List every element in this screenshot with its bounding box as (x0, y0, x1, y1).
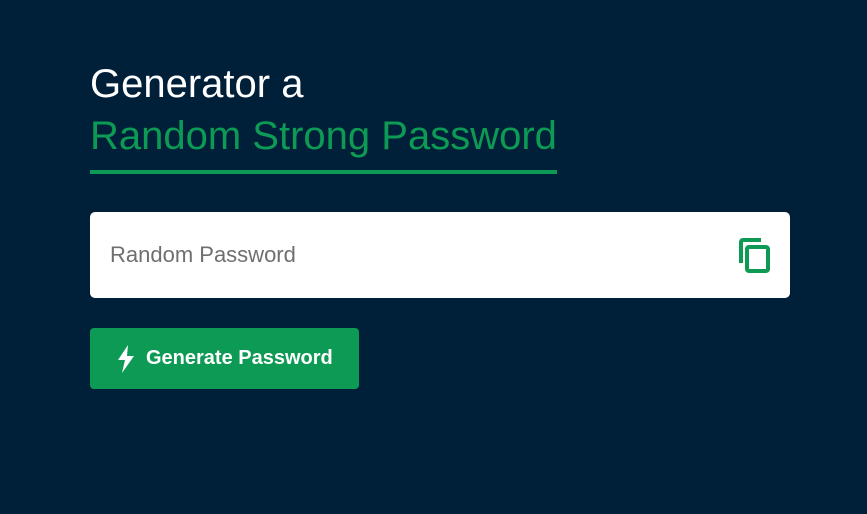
generate-password-button[interactable]: Generate Password (90, 328, 359, 389)
copy-icon (739, 238, 770, 273)
password-field (90, 212, 790, 298)
password-input[interactable] (110, 212, 710, 298)
page-subtitle: Random Strong Password (90, 110, 557, 174)
generator-panel: Generator a Random Strong Password Gener… (90, 58, 790, 389)
copy-button[interactable] (734, 235, 774, 275)
page-title: Generator a (90, 62, 304, 106)
lightning-bolt-icon (116, 344, 136, 373)
generate-password-label: Generate Password (146, 347, 333, 369)
